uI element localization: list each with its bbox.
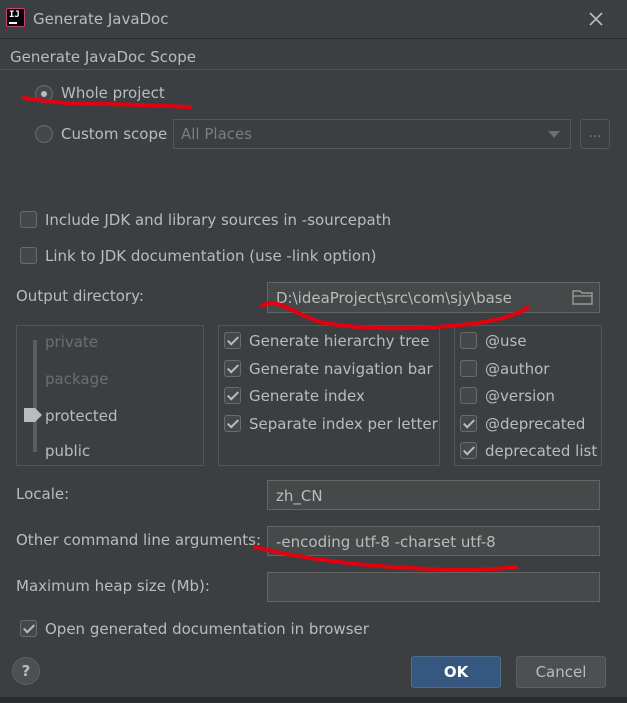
generate-index-label[interactable]: Generate index xyxy=(249,387,365,405)
separate-index-label[interactable]: Separate index per letter xyxy=(249,415,438,433)
output-directory-field[interactable]: D:\ideaProject\src\com\sjy\base xyxy=(267,282,600,313)
tag-version-label[interactable]: @version xyxy=(485,387,555,405)
heap-size-label: Maximum heap size (Mb): xyxy=(16,577,210,595)
whole-project-radio[interactable] xyxy=(35,85,53,103)
tag-use-checkbox[interactable] xyxy=(460,332,477,349)
generate-index-checkbox[interactable] xyxy=(224,387,241,404)
tag-version-checkbox[interactable] xyxy=(460,387,477,404)
deprecated-list-checkbox[interactable] xyxy=(460,442,477,459)
include-jdk-label[interactable]: Include JDK and library sources in -sour… xyxy=(45,211,391,229)
link-jdk-label[interactable]: Link to JDK documentation (use -link opt… xyxy=(45,247,376,265)
visibility-package[interactable]: package xyxy=(45,370,108,388)
intellij-app-icon: IJ xyxy=(6,8,25,27)
visibility-private[interactable]: private xyxy=(45,333,98,351)
navigation-bar-label[interactable]: Generate navigation bar xyxy=(249,360,433,378)
folder-icon[interactable] xyxy=(572,288,594,310)
tag-author-checkbox[interactable] xyxy=(460,360,477,377)
locale-input[interactable]: zh_CN xyxy=(267,480,600,510)
tag-deprecated-checkbox[interactable] xyxy=(460,415,477,432)
custom-scope-dropdown[interactable]: All Places xyxy=(173,119,571,149)
scope-section-title: Generate JavaDoc Scope xyxy=(10,48,196,66)
custom-scope-radio[interactable] xyxy=(35,125,53,143)
hierarchy-tree-label[interactable]: Generate hierarchy tree xyxy=(249,332,430,350)
tag-author-label[interactable]: @author xyxy=(485,360,549,378)
other-args-input[interactable]: -encoding utf-8 -charset utf-8 xyxy=(267,526,600,556)
browse-scope-button[interactable]: ... xyxy=(580,119,610,149)
visibility-slider-track[interactable] xyxy=(33,340,37,452)
output-directory-value: D:\ideaProject\src\com\sjy\base xyxy=(276,289,512,307)
heap-size-input[interactable] xyxy=(267,572,600,602)
help-button[interactable]: ? xyxy=(12,657,40,685)
window-title: Generate JavaDoc xyxy=(33,10,169,28)
close-icon[interactable] xyxy=(585,8,607,30)
scope-divider xyxy=(0,69,627,70)
tag-use-label[interactable]: @use xyxy=(485,332,527,350)
ok-button[interactable]: OK xyxy=(411,656,501,688)
tag-deprecated-label[interactable]: @deprecated xyxy=(485,415,585,433)
visibility-slider-thumb[interactable] xyxy=(24,408,42,422)
locale-label: Locale: xyxy=(16,485,70,503)
include-jdk-checkbox[interactable] xyxy=(20,211,37,228)
title-separator xyxy=(0,38,627,39)
custom-scope-value: All Places xyxy=(181,125,253,143)
navigation-bar-checkbox[interactable] xyxy=(224,360,241,377)
chevron-down-icon xyxy=(548,131,560,138)
hierarchy-tree-checkbox[interactable] xyxy=(224,332,241,349)
open-browser-checkbox[interactable] xyxy=(20,620,37,637)
separate-index-checkbox[interactable] xyxy=(224,415,241,432)
locale-value: zh_CN xyxy=(276,487,323,505)
link-jdk-checkbox[interactable] xyxy=(20,247,37,264)
visibility-public[interactable]: public xyxy=(45,442,90,460)
cancel-button[interactable]: Cancel xyxy=(516,656,606,688)
bottom-edge xyxy=(0,697,627,703)
deprecated-list-label[interactable]: deprecated list xyxy=(485,442,597,460)
open-browser-label[interactable]: Open generated documentation in browser xyxy=(45,620,369,638)
output-directory-label: Output directory: xyxy=(16,287,144,305)
visibility-protected[interactable]: protected xyxy=(45,407,118,425)
other-args-label: Other command line arguments: xyxy=(16,531,262,549)
other-args-value: -encoding utf-8 -charset utf-8 xyxy=(276,533,496,551)
whole-project-label[interactable]: Whole project xyxy=(61,84,165,102)
custom-scope-label[interactable]: Custom scope xyxy=(61,125,167,143)
